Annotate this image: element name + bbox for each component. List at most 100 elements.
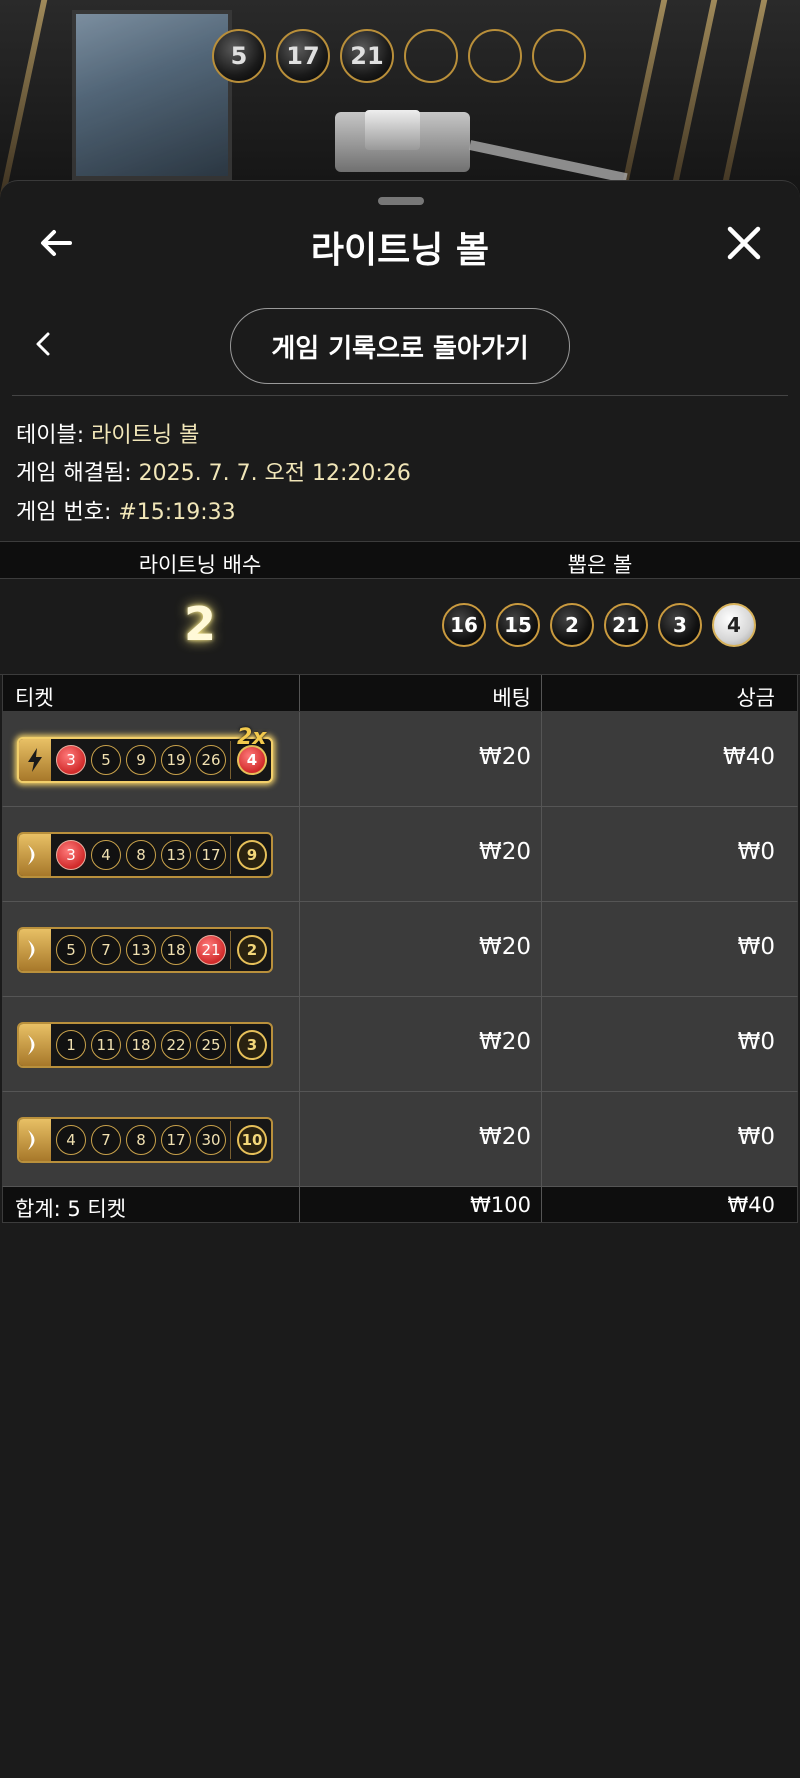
info-value: 라이트닝 볼	[91, 423, 200, 448]
lightning-multiplier: 2	[183, 597, 216, 651]
bet-amount: ₩20	[478, 1029, 531, 1055]
drawn-ball: 3	[658, 603, 702, 647]
lightning-ticket: 3 5 9 19 26 4 2x	[17, 725, 273, 783]
header-bet: 베팅	[492, 686, 531, 710]
ticket-number: 13	[161, 840, 191, 870]
total-prize: ₩40	[727, 1193, 776, 1217]
drawn-balls: 16 15 2 21 3 4	[442, 603, 756, 647]
divider	[12, 395, 788, 396]
ticket-arrow-icon	[19, 834, 51, 876]
ticket-number: 8	[126, 840, 156, 870]
bet-amount: ₩20	[478, 744, 531, 770]
live-drawn-balls: 5 17 21	[212, 29, 586, 83]
ticket-number: 7	[91, 1125, 121, 1155]
ticket-number: 22	[161, 1030, 191, 1060]
multiplier-badge: 2x	[237, 725, 267, 750]
table-row: 1 11 18 22 25 3 ₩20 ₩0	[2, 997, 798, 1092]
ticket-numbers: 3 5 9 19 26	[51, 745, 226, 775]
ticket-bonus-number: 3	[237, 1030, 267, 1060]
info-label: 게임 해결됨:	[16, 461, 132, 486]
table-header: 티켓 베팅 상금	[2, 674, 798, 712]
live-ball: 17	[276, 29, 330, 83]
ball-rail	[468, 140, 628, 184]
col-multiplier-header: 라이트닝 배수	[138, 553, 262, 577]
header-ticket: 티켓	[15, 686, 54, 710]
ticket-numbers: 1 11 18 22 25	[51, 1030, 226, 1060]
close-icon[interactable]	[722, 221, 766, 265]
bet-amount: ₩20	[478, 1124, 531, 1150]
ticket-arrow-icon	[19, 1024, 51, 1066]
live-ball-empty	[404, 29, 458, 83]
summary-header: 라이트닝 배수 뽑은 볼	[0, 541, 800, 579]
summary-body: 2 16 15 2 21 3 4	[0, 579, 800, 675]
drawn-ball: 15	[496, 603, 540, 647]
ticket-number-hit: 3	[56, 840, 86, 870]
lightning-bolt-icon	[19, 739, 51, 781]
ticket-number: 25	[196, 1030, 226, 1060]
info-label: 게임 번호:	[16, 500, 112, 525]
ticket-number: 17	[196, 840, 226, 870]
ticket-bonus-number: 9	[237, 840, 267, 870]
live-ball-empty	[468, 29, 522, 83]
table-row: 3 4 8 13 17 9 ₩20 ₩0	[2, 807, 798, 902]
live-ball: 5	[212, 29, 266, 83]
live-ball-empty	[532, 29, 586, 83]
ticket-arrow-icon	[19, 929, 51, 971]
table-row: 5 7 13 18 21 2 ₩20 ₩0	[2, 902, 798, 997]
prize-amount: ₩0	[737, 1029, 775, 1055]
info-label: 테이블:	[16, 423, 85, 448]
ticket-number: 18	[161, 935, 191, 965]
decor-stripe	[618, 0, 668, 200]
prize-amount: ₩0	[737, 839, 775, 865]
bet-amount: ₩20	[478, 934, 531, 960]
table-row: 3 5 9 19 26 4 2x ₩20 ₩40	[2, 712, 798, 807]
ticket-numbers: 5 7 13 18 21	[51, 935, 226, 965]
ticket-numbers: 4 7 8 17 30	[51, 1125, 226, 1155]
header-prize: 상금	[736, 686, 775, 710]
ticket-number: 18	[126, 1030, 156, 1060]
ticket-number: 30	[196, 1125, 226, 1155]
ticket: 1 11 18 22 25 3	[17, 1022, 273, 1068]
prize-amount: ₩0	[737, 1124, 775, 1150]
total-label: 합계: 5 티켓	[15, 1197, 127, 1221]
sheet-drag-handle[interactable]	[378, 197, 424, 205]
info-game-number: 게임 번호: #15:19:33	[16, 494, 236, 526]
table-row: 4 7 8 17 30 10 ₩20 ₩0	[2, 1092, 798, 1187]
ticket-number-hit: 21	[196, 935, 226, 965]
drawn-ball: 21	[604, 603, 648, 647]
game-video-background: 5 17 21	[0, 0, 800, 200]
ticket-number: 11	[91, 1030, 121, 1060]
ticket: 3 4 8 13 17 9	[17, 832, 273, 878]
ticket-bonus-number: 2	[237, 935, 267, 965]
ticket-number: 5	[91, 745, 121, 775]
ticket-number: 13	[126, 935, 156, 965]
decor-stripe	[718, 0, 768, 200]
prize-amount: ₩40	[722, 744, 775, 770]
ticket-arrow-icon	[19, 1119, 51, 1161]
info-value: 2025. 7. 7. 오전 12:20:26	[138, 461, 411, 486]
ticket-number: 17	[161, 1125, 191, 1155]
window-pane	[72, 10, 232, 180]
ticket: 5 7 13 18 21 2	[17, 927, 273, 973]
ticket: 4 7 8 17 30 10	[17, 1117, 273, 1163]
ticket-number: 4	[56, 1125, 86, 1155]
ticket-number: 26	[196, 745, 226, 775]
ball-machine-top	[365, 110, 420, 150]
chevron-left-icon[interactable]	[30, 326, 56, 362]
info-value: #15:19:33	[118, 500, 236, 525]
arrow-left-icon[interactable]	[36, 223, 76, 263]
ticket-table: 티켓 베팅 상금 3 5 9 19 26 4 2x ₩20 ₩40 3 4 8 13 17 9 ₩20 ₩0 5 7…	[2, 674, 798, 1223]
col-drawn-header: 뽑은 볼	[567, 553, 633, 577]
total-bet: ₩100	[470, 1193, 531, 1217]
info-resolved: 게임 해결됨: 2025. 7. 7. 오전 12:20:26	[16, 455, 411, 487]
drawn-ball: 16	[442, 603, 486, 647]
ticket-number: 19	[161, 745, 191, 775]
back-to-history-button[interactable]: 게임 기록으로 돌아가기	[230, 308, 570, 384]
drawn-ball: 2	[550, 603, 594, 647]
table-footer: 합계: 5 티켓 ₩100 ₩40	[2, 1187, 798, 1223]
decor-stripe	[668, 0, 718, 200]
info-table: 테이블: 라이트닝 볼	[16, 417, 199, 449]
live-ball: 21	[340, 29, 394, 83]
ticket-number-hit: 3	[56, 745, 86, 775]
bet-amount: ₩20	[478, 839, 531, 865]
